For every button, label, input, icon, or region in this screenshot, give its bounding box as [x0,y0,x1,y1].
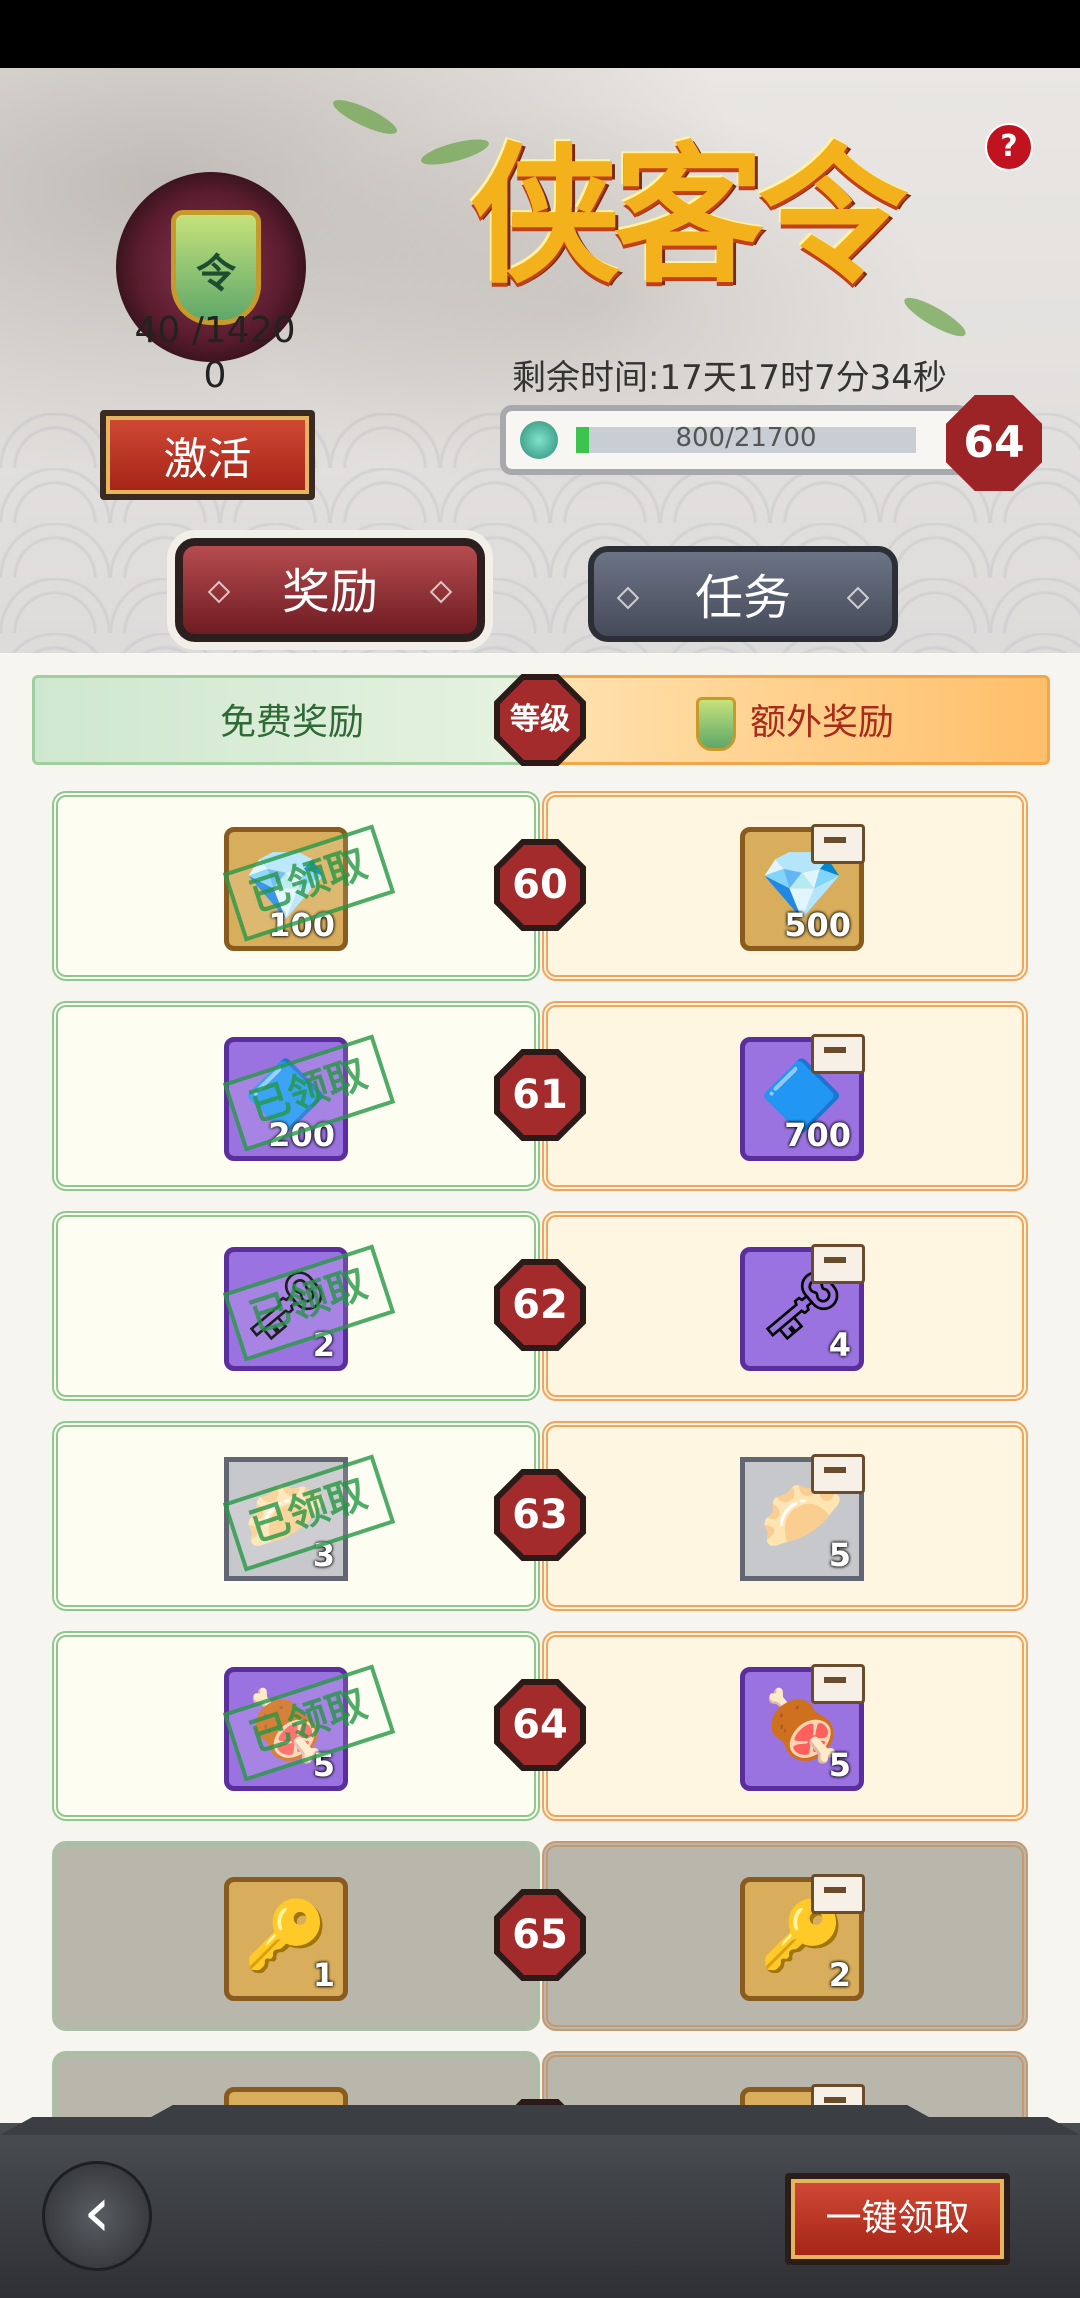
exp-orb-icon [520,421,558,459]
reward-row: 🍖 5 已领取 🍖 5 64 [0,1631,1080,1821]
extra-reward-cell[interactable]: 💎 500 [542,791,1028,981]
claim-all-button[interactable]: 一键领取 [785,2173,1010,2265]
level-number: 64 [500,1685,580,1765]
level-number: 60 [500,845,580,925]
reward-row: 💎 100 已领取 💎 500 60 [0,791,1080,981]
reward-row: 🔑 1 🔑 2 65 [0,1841,1080,2031]
emblem-value: 40 /1420 [134,310,296,351]
free-reward-cell[interactable]: 🔷 200 已领取 [52,1001,540,1191]
reward-quantity: 4 [828,1326,851,1364]
reward-quantity: 2 [828,1956,851,1994]
reward-item[interactable]: 🍖 5 [740,1664,865,1791]
level-number: 63 [500,1475,580,1555]
premium-tag-icon [811,1454,865,1494]
emblem-sub-value: 0 [203,355,227,396]
reward-list[interactable]: 免费奖励 额外奖励 等级 💎 100 已领取 💎 500 60 🔷 200 已领取 🔷 700 61 🗝… [0,653,1080,2123]
tab-tasks[interactable]: 任务 [588,546,898,642]
page-title: 侠客令 [470,128,908,304]
reward-item[interactable]: 🔑 1 [224,1877,348,2001]
reward-item[interactable]: 💎 500 [740,824,865,951]
diamond-icon [207,580,231,604]
level-header-label: 等级 [500,680,580,760]
tab-rewards-label: 奖励 [281,564,378,620]
leaf-decoration [900,291,970,343]
reward-item[interactable]: 🔷 700 [740,1034,865,1161]
extra-reward-cell[interactable]: 🥟 5 [542,1421,1028,1611]
level-badge: 61 [494,1049,586,1141]
exp-progress-bar: 800/21700 [500,405,970,475]
diamond-icon [616,586,640,610]
premium-tag-icon [811,1664,865,1704]
level-number: 62 [500,1265,580,1345]
header-panel: 令 40 /1420 0 激活 侠客令 ? 剩余时间:17天17时7分34秒 8… [0,68,1080,653]
level-badge: 62 [494,1259,586,1351]
reward-row: 🗝 2 已领取 🗝 4 62 [0,1211,1080,1401]
extra-reward-cell[interactable]: 🗝 4 [542,1211,1028,1401]
extra-rewards-label: 额外奖励 [749,702,894,743]
leaf-decoration [329,94,401,140]
free-reward-cell[interactable]: 🗝 2 已领取 [52,1211,540,1401]
reward-quantity: 5 [828,1746,851,1784]
extra-reward-cell[interactable]: 🍖 5 [542,1631,1028,1821]
progress-text: 800/21700 [675,423,817,453]
bottom-bar: ‹ 一键领取 [0,2105,1080,2298]
pass-shield-icon [695,697,736,751]
pass-shield-icon: 令 [171,210,261,325]
level-number: 65 [500,1895,580,1975]
level-badge: 64 [494,1679,586,1771]
premium-tag-icon [811,1874,865,1914]
reward-item[interactable]: 🗝 4 [740,1244,865,1371]
level-badge: 63 [494,1469,586,1561]
extra-rewards-header: 额外奖励 [540,675,1050,765]
reward-quantity: 700 [784,1116,851,1154]
free-reward-cell[interactable]: 🔑 1 [52,1841,540,2031]
reward-row: 🔷 200 已领取 🔷 700 61 [0,1001,1080,1191]
free-rewards-header: 免费奖励 [32,675,552,765]
reward-item[interactable]: 🔑 2 [740,1874,865,2001]
extra-reward-cell[interactable]: 🔷 700 [542,1001,1028,1191]
current-level-badge: 64 [946,395,1042,491]
reward-quantity: 500 [784,906,851,944]
level-number: 61 [500,1055,580,1135]
reward-row: 🥟 3 已领取 🥟 5 63 [0,1421,1080,1611]
diamond-icon [846,586,870,610]
premium-tag-icon [811,1244,865,1284]
premium-tag-icon [811,824,865,864]
free-reward-cell[interactable]: 💎 100 已领取 [52,791,540,981]
tab-rewards[interactable]: 奖励 [175,538,485,642]
reward-quantity: 5 [828,1536,851,1574]
help-icon[interactable]: ? [985,123,1033,171]
back-button[interactable]: ‹ [42,2161,152,2271]
reward-item[interactable]: 🥟 5 [740,1454,865,1581]
extra-reward-cell[interactable]: 🔑 2 [542,1841,1028,2031]
activate-button[interactable]: 激活 [100,410,315,500]
tab-tasks-label: 任务 [694,570,791,626]
free-reward-cell[interactable]: 🍖 5 已领取 [52,1631,540,1821]
diamond-icon [429,580,453,604]
free-reward-cell[interactable]: 🥟 3 已领取 [52,1421,540,1611]
remaining-time: 剩余时间:17天17时7分34秒 [512,358,947,398]
premium-tag-icon [811,1034,865,1074]
status-bar [0,0,1080,68]
reward-quantity: 1 [312,1956,335,1994]
level-badge: 65 [494,1889,586,1981]
